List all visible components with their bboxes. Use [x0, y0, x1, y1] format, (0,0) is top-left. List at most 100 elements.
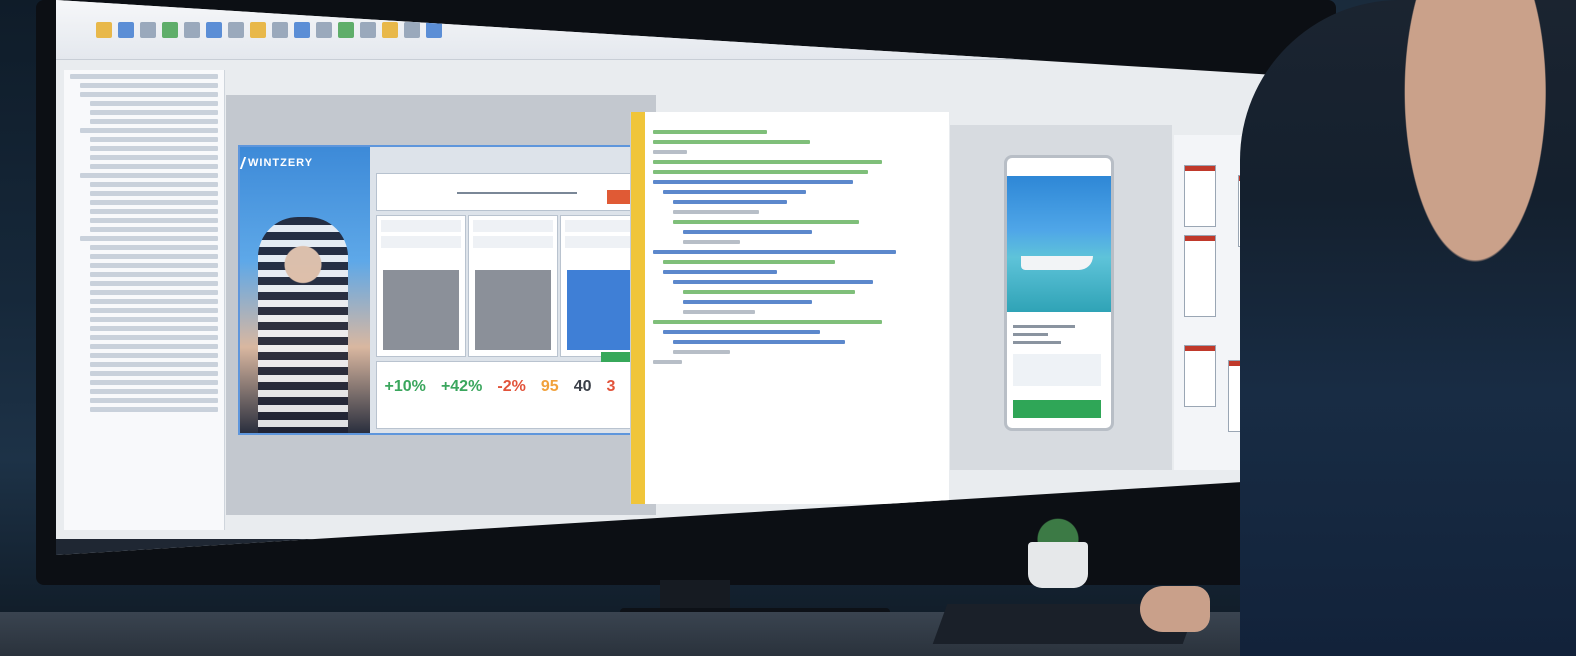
ribbon-icon[interactable]: [162, 21, 178, 38]
code-line: [663, 190, 806, 194]
card-panel: [468, 215, 558, 357]
diagram-table[interactable]: [1184, 165, 1216, 227]
tree-item[interactable]: [90, 164, 218, 169]
tree-item[interactable]: [70, 74, 218, 79]
code-line: [653, 140, 811, 144]
code-line: [653, 170, 868, 174]
tree-item[interactable]: [90, 344, 218, 349]
tree-item[interactable]: [80, 236, 218, 241]
tree-item[interactable]: [90, 101, 218, 106]
tree-item[interactable]: [90, 191, 218, 196]
designed-app-window: WINTZERY +10% +42% -2% 95 40 3: [238, 145, 654, 435]
ribbon-icon[interactable]: [250, 21, 266, 38]
tree-item[interactable]: [90, 290, 218, 295]
search-box[interactable]: [376, 173, 648, 211]
ribbon-icon[interactable]: [382, 21, 398, 38]
ribbon-icon[interactable]: [140, 21, 156, 38]
stat-value: -2%: [497, 378, 526, 395]
code-line: [663, 260, 835, 264]
code-text: [653, 124, 939, 370]
ribbon-icon[interactable]: [228, 21, 244, 38]
tree-item[interactable]: [90, 209, 218, 214]
code-line: [683, 310, 755, 314]
tree-item[interactable]: [80, 92, 218, 97]
tree-item[interactable]: [90, 272, 218, 277]
ribbon-icon[interactable]: [184, 21, 200, 38]
ribbon-icon[interactable]: [338, 21, 354, 38]
tree-item[interactable]: [90, 407, 218, 412]
diagram-table[interactable]: [1184, 345, 1216, 407]
app-main-panel: +10% +42% -2% 95 40 3 4: [370, 147, 652, 433]
code-editor[interactable]: [630, 112, 949, 504]
panel-field[interactable]: [381, 236, 461, 248]
tree-item[interactable]: [90, 254, 218, 259]
tree-item[interactable]: [90, 227, 218, 232]
ribbon-icon[interactable]: [206, 21, 222, 38]
tree-item[interactable]: [80, 83, 218, 88]
tree-item[interactable]: [90, 182, 218, 187]
ribbon-icon[interactable]: [404, 21, 420, 38]
tree-item[interactable]: [90, 398, 218, 403]
tree-item[interactable]: [90, 308, 218, 313]
tree-item[interactable]: [90, 353, 218, 358]
tree-item[interactable]: [80, 128, 218, 133]
diagram-table[interactable]: [1184, 235, 1216, 317]
tree-item[interactable]: [90, 218, 218, 223]
stats-row: +10% +42% -2% 95 40 3 4: [377, 378, 647, 396]
code-line: [673, 210, 759, 214]
tree-item[interactable]: [90, 371, 218, 376]
search-slider[interactable]: [457, 192, 577, 194]
stat-value: +10%: [384, 378, 426, 395]
form-designer-area: WINTZERY +10% +42% -2% 95 40 3: [226, 95, 656, 515]
yacht-shape: [1021, 256, 1093, 270]
project-explorer: [64, 70, 225, 530]
mobile-preview-pane: [950, 125, 1172, 470]
tree-item[interactable]: [90, 137, 218, 142]
tree-item[interactable]: [80, 173, 218, 178]
plant-pot: [1028, 542, 1088, 588]
tree-item[interactable]: [90, 326, 218, 331]
tree-item[interactable]: [90, 245, 218, 250]
code-line: [683, 290, 855, 294]
booking-details: [1013, 354, 1101, 386]
panel-field[interactable]: [473, 236, 553, 248]
ribbon-icon[interactable]: [294, 21, 310, 38]
tree-item[interactable]: [90, 380, 218, 385]
ribbon-icon[interactable]: [360, 21, 376, 38]
tree-item[interactable]: [90, 317, 218, 322]
tree-item[interactable]: [90, 119, 218, 124]
monitor-screen: WINTZERY +10% +42% -2% 95 40 3: [56, 0, 1318, 555]
code-line: [663, 330, 821, 334]
info-line: [1013, 333, 1049, 336]
tree-item[interactable]: [90, 146, 218, 151]
ribbon-icon[interactable]: [118, 21, 134, 38]
code-line: [673, 280, 874, 284]
tree-item[interactable]: [90, 362, 218, 367]
tree-item[interactable]: [90, 110, 218, 115]
hand: [1140, 586, 1210, 632]
code-line: [673, 200, 788, 204]
ribbon-icon[interactable]: [96, 21, 112, 38]
brand-name: WINTZERY: [248, 157, 314, 169]
card-panel: [376, 215, 466, 357]
stats-panel: +10% +42% -2% 95 40 3 4: [376, 352, 648, 429]
code-line: [653, 320, 882, 324]
tree-item[interactable]: [90, 389, 218, 394]
ide-ribbon-toolbar: [56, 0, 1318, 60]
woman-at-desk: [1240, 0, 1576, 656]
code-line: [683, 240, 741, 244]
ribbon-icon[interactable]: [426, 21, 442, 38]
ribbon-icon[interactable]: [272, 21, 288, 38]
image-placeholder: [475, 270, 551, 350]
ribbon-icon[interactable]: [316, 21, 332, 38]
tree-item[interactable]: [90, 281, 218, 286]
tree-item[interactable]: [90, 299, 218, 304]
tree-item[interactable]: [90, 263, 218, 268]
book-button[interactable]: [1013, 400, 1101, 418]
info-line: [1013, 341, 1062, 344]
stat-value: 40: [573, 378, 592, 395]
code-line: [653, 130, 768, 134]
tree-item[interactable]: [90, 155, 218, 160]
tree-item[interactable]: [90, 200, 218, 205]
tree-item[interactable]: [90, 335, 218, 340]
